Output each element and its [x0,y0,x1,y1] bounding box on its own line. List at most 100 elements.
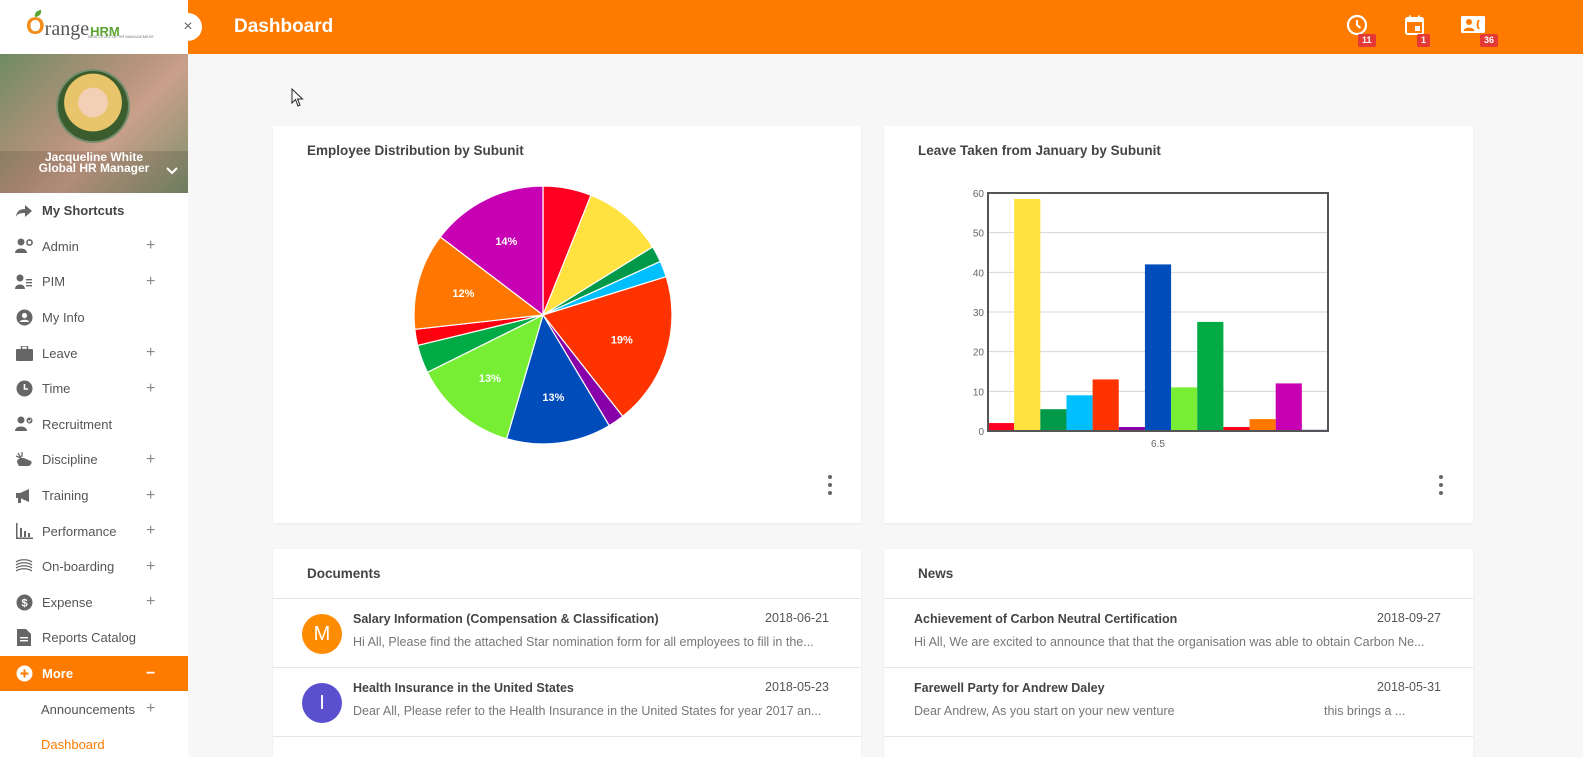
document-title[interactable]: Health Insurance in the United States [353,681,574,695]
logo-tagline: NEW LEVEL OF HR MANAGEMENT [88,34,155,39]
expand-icon[interactable]: + [146,380,155,398]
expand-icon[interactable]: + [146,237,155,255]
expand-icon[interactable]: + [146,522,155,540]
more-options-button[interactable] [1436,475,1446,495]
sidebar-item-label: Discipline [42,452,98,468]
list-item[interactable]: M Salary Information (Compensation & Cla… [273,599,861,668]
sidebar-item-label: Announcements [41,701,135,717]
sidebar-item-dashboard[interactable]: Dashboard [0,727,188,757]
news-date: 2018-05-31 [1377,680,1441,694]
news-description-tail: this brings a ... [1324,704,1406,718]
list-item[interactable]: Farewell Party for Andrew Daley 2018-05-… [884,668,1473,737]
sidebar-item-reports-catalog[interactable]: Reports Catalog [0,620,188,656]
bar[interactable] [1092,379,1119,431]
document-description: Dear All, Please refer to the Health Ins… [353,704,822,718]
discipline-icon [14,451,34,468]
logo-o: O [26,13,45,40]
expand-icon[interactable]: + [146,700,155,718]
sidebar-item-leave[interactable]: Leave + [0,335,188,371]
contacts-notification-button[interactable]: 36 [1460,14,1499,47]
expand-icon[interactable]: + [146,273,155,291]
y-tick-label: 20 [973,348,985,359]
notification-badge: 1 [1417,34,1431,47]
clock-icon [1346,14,1368,36]
leave-taken-card: Leave Taken from January by Subunit 0 10 2… [884,126,1473,523]
document-title[interactable]: Salary Information (Compensation & Class… [353,612,659,626]
bar[interactable] [1066,395,1093,431]
list-item[interactable]: Achievement of Carbon Neutral Certificat… [884,599,1473,668]
notification-badge: 36 [1480,34,1499,47]
close-sidebar-button[interactable]: × [174,13,202,41]
sidebar: O range HRM NEW LEVEL OF HR MANAGEMENT J… [0,0,188,757]
y-tick-label: 60 [973,189,985,200]
list-item[interactable]: I Health Insurance in the United States … [273,668,861,737]
sidebar-item-more[interactable]: More − [0,655,188,692]
sidebar-item-announcements[interactable]: Announcements + [0,691,188,727]
bar[interactable] [988,423,1015,431]
sidebar-item-expense[interactable]: $ Expense + [0,585,188,621]
chevron-down-icon[interactable] [166,164,178,178]
avatar: I [302,683,342,723]
more-options-button[interactable] [825,475,835,495]
bar[interactable] [1249,419,1276,431]
close-icon: × [183,18,193,35]
user-list-icon [14,274,34,290]
notification-badge: 11 [1358,34,1376,47]
orangehrm-logo[interactable]: O range HRM NEW LEVEL OF HR MANAGEMENT [26,13,154,40]
bar[interactable] [1171,387,1198,431]
pie-slice-label: 12% [452,288,474,300]
logo-range: range [44,18,90,40]
expand-icon[interactable]: + [146,593,155,611]
sidebar-item-label: My Info [42,310,85,326]
bar-chart-icon [14,523,34,540]
documents-card: Documents M Salary Information (Compensa… [273,549,861,757]
sidebar-item-time[interactable]: Time + [0,371,188,407]
card-title: Documents [307,566,381,581]
sidebar-item-discipline[interactable]: Discipline + [0,442,188,478]
page-title: Dashboard [234,16,334,37]
expand-icon[interactable]: + [146,451,155,469]
document-description: Hi All, Please find the attached Star no… [353,635,814,649]
sidebar-item-label: Dashboard [41,737,105,753]
bar[interactable] [1144,264,1172,431]
sidebar-item-on-boarding[interactable]: On-boarding + [0,549,188,585]
top-bar: Dashboard 11 1 36 [188,0,1583,54]
pie-chart: 19% 13% 13% 12% 14% [413,185,673,445]
card-header: News [884,549,1473,599]
sidebar-item-label: Admin [42,238,79,254]
card-title: News [918,566,954,581]
clock-notification-button[interactable]: 11 [1346,14,1376,47]
collapse-icon[interactable]: − [146,665,155,683]
expand-icon[interactable]: + [146,558,155,576]
news-title[interactable]: Farewell Party for Andrew Daley [914,681,1105,695]
sidebar-item-my-info[interactable]: My Info [0,300,188,336]
y-tick-label: 50 [973,229,985,240]
bar[interactable] [1275,383,1302,431]
sidebar-item-performance[interactable]: Performance + [0,513,188,549]
sidebar-item-admin[interactable]: Admin + [0,229,188,265]
sidebar-item-my-shortcuts[interactable]: My Shortcuts [0,193,188,229]
sidebar-item-training[interactable]: Training + [0,478,188,514]
bar[interactable] [1197,321,1224,431]
sidebar-item-recruitment[interactable]: Recruitment [0,407,188,443]
megaphone-icon [14,488,34,504]
news-title[interactable]: Achievement of Carbon Neutral Certificat… [914,612,1177,626]
stack-icon [14,559,34,574]
user-check-icon [14,416,34,432]
document-icon [14,629,34,647]
avatar[interactable] [56,69,130,143]
bar[interactable] [1014,198,1041,431]
mouse-cursor-icon [291,88,304,107]
pie-slice-label: 13% [542,392,564,404]
user-gear-icon [14,238,34,254]
calendar-notification-button[interactable]: 1 [1404,14,1431,47]
clock-icon [14,380,34,397]
expand-icon[interactable]: + [146,487,155,505]
bar[interactable] [1040,409,1067,431]
news-date: 2018-09-27 [1377,611,1441,625]
sidebar-item-pim[interactable]: PIM + [0,264,188,300]
expand-icon[interactable]: + [146,344,155,362]
pie-slice-label: 19% [611,335,633,347]
x-tick-label: 6.5 [1151,439,1165,450]
user-profile: Jacqueline White Global HR Manager [0,54,188,193]
